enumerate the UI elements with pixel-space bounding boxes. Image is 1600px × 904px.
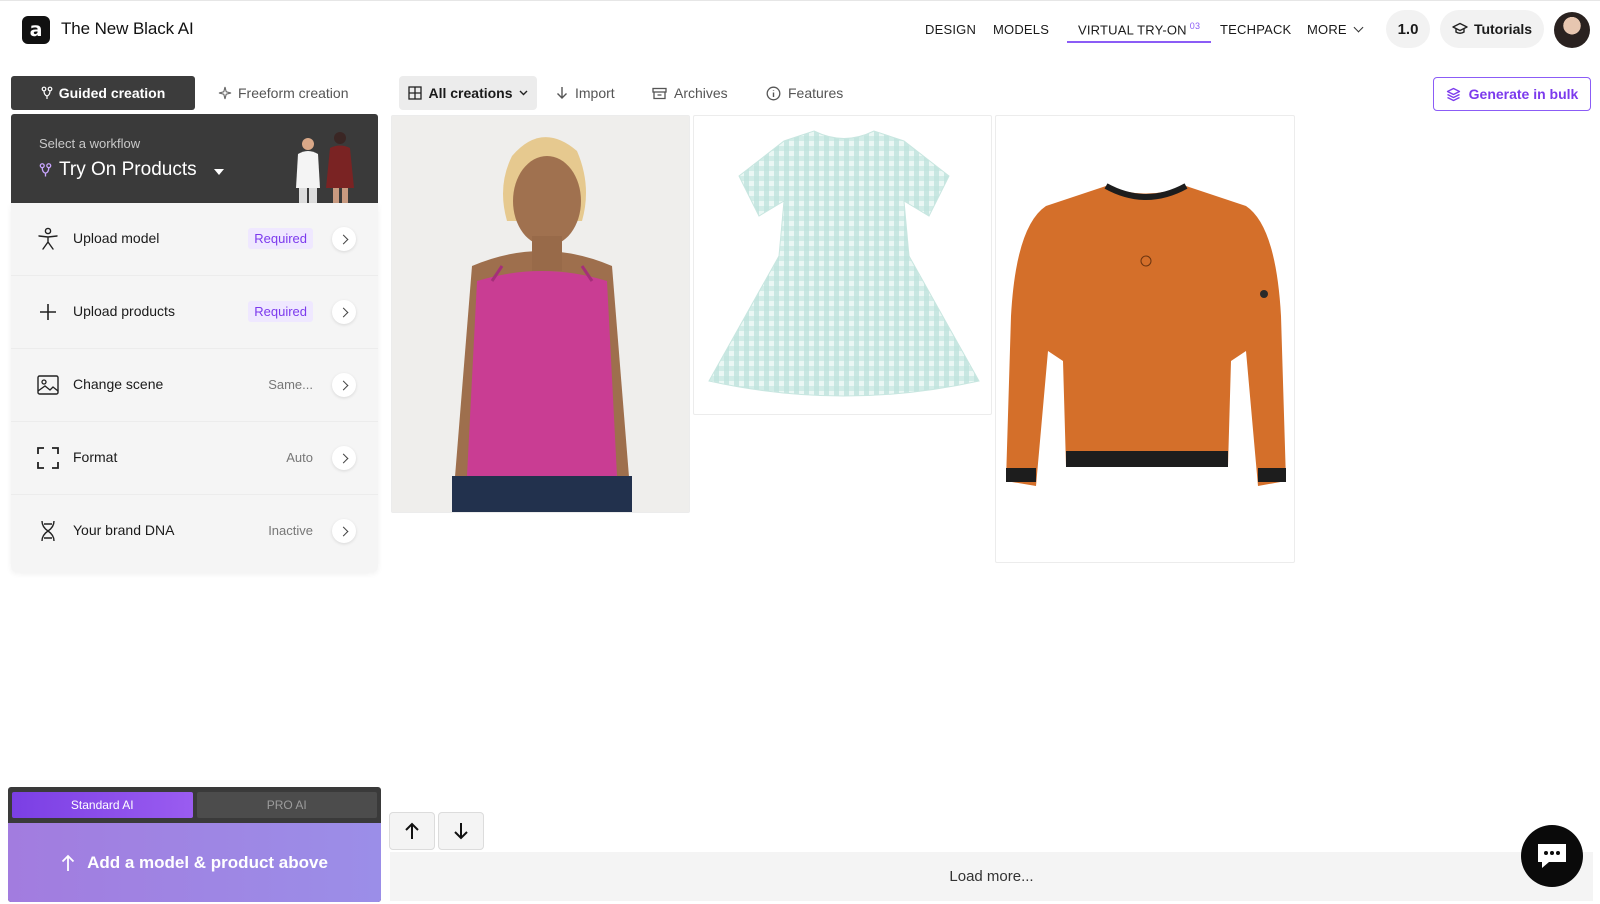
option-change-scene[interactable]: Change scene Same... bbox=[11, 349, 378, 422]
layers-icon bbox=[1446, 87, 1460, 101]
guided-creation-label: Guided creation bbox=[58, 85, 166, 101]
nav-virtual-try-on-badge: 03 bbox=[1189, 21, 1201, 31]
plus-icon bbox=[36, 300, 60, 324]
chevron-down-icon bbox=[1353, 22, 1364, 33]
option-brand-dna[interactable]: Your brand DNA Inactive bbox=[11, 495, 378, 568]
freeform-creation-button[interactable]: Freeform creation bbox=[218, 76, 348, 110]
option-value: Auto bbox=[286, 450, 313, 465]
chevron-right-icon[interactable] bbox=[332, 519, 356, 543]
grid-icon bbox=[408, 86, 423, 100]
tutorials-button[interactable]: Tutorials bbox=[1440, 10, 1544, 48]
caret-down-icon bbox=[213, 168, 224, 175]
required-badge: Required bbox=[248, 228, 313, 249]
version-button[interactable]: 1.0 bbox=[1386, 10, 1430, 48]
nav-techpack[interactable]: TECHPACK bbox=[1220, 22, 1291, 37]
nav-virtual-try-on-label: VIRTUAL TRY-ON bbox=[1078, 22, 1187, 38]
generate-panel: Standard AI PRO AI Add a model & product… bbox=[8, 787, 381, 902]
chevron-right-icon[interactable] bbox=[332, 227, 356, 251]
crop-frame-icon bbox=[36, 446, 60, 470]
option-upload-products[interactable]: Upload products Required bbox=[11, 276, 378, 349]
archives-label: Archives bbox=[674, 85, 728, 101]
creation-card-sweater[interactable] bbox=[995, 115, 1295, 563]
option-upload-model[interactable]: Upload model Required bbox=[11, 203, 378, 276]
option-label: Upload model bbox=[73, 230, 160, 246]
app-logo-icon[interactable]: a bbox=[22, 16, 50, 44]
generate-in-bulk-button[interactable]: Generate in bulk bbox=[1433, 77, 1591, 111]
arrow-down-icon bbox=[557, 87, 567, 99]
info-icon bbox=[766, 86, 781, 100]
workflow-branch-icon bbox=[41, 86, 53, 99]
option-format[interactable]: Format Auto bbox=[11, 422, 378, 495]
option-label: Your brand DNA bbox=[73, 522, 175, 538]
option-value: Inactive bbox=[268, 523, 313, 538]
all-creations-label: All creations bbox=[428, 85, 513, 101]
app-title[interactable]: The New Black AI bbox=[61, 19, 194, 39]
chat-button[interactable] bbox=[1521, 825, 1583, 887]
tutorials-label: Tutorials bbox=[1473, 21, 1533, 37]
graduation-cap-icon bbox=[1452, 22, 1468, 34]
generate-in-bulk-label: Generate in bulk bbox=[1468, 86, 1579, 102]
orange-sweater-image bbox=[1006, 183, 1286, 486]
model-tank-top-image bbox=[392, 116, 689, 512]
scroll-up-button[interactable] bbox=[389, 812, 435, 850]
import-button[interactable]: Import bbox=[556, 76, 615, 110]
features-label: Features bbox=[788, 85, 844, 101]
workflow-thumbnail bbox=[296, 132, 354, 203]
ai-mode-tabs: Standard AI PRO AI bbox=[12, 792, 377, 818]
features-button[interactable]: Features bbox=[766, 76, 843, 110]
freeform-creation-label: Freeform creation bbox=[238, 85, 349, 101]
workflow-value-label: Try On Products bbox=[59, 159, 197, 180]
chat-bubble-icon bbox=[1538, 844, 1566, 868]
top-bar: a The New Black AI DESIGN MODELS VIRTUAL… bbox=[0, 0, 1600, 58]
nav-more-label: MORE bbox=[1307, 22, 1347, 37]
load-more-button[interactable]: Load more... bbox=[390, 852, 1593, 901]
workflow-selector[interactable]: Select a workflow Try On Products bbox=[11, 114, 378, 203]
person-icon bbox=[36, 227, 60, 251]
avatar[interactable] bbox=[1554, 12, 1590, 48]
workflow-label: Select a workflow bbox=[39, 136, 141, 151]
generate-button[interactable]: Add a model & product above bbox=[8, 823, 381, 902]
nav-design[interactable]: DESIGN bbox=[925, 22, 976, 37]
required-badge: Required bbox=[248, 301, 313, 322]
workflow-value[interactable]: Try On Products bbox=[39, 159, 224, 181]
archives-button[interactable]: Archives bbox=[652, 76, 728, 110]
nav-more[interactable]: MORE bbox=[1307, 22, 1364, 37]
option-label: Format bbox=[73, 449, 118, 465]
creation-card-model[interactable] bbox=[391, 115, 690, 513]
all-creations-dropdown[interactable]: All creations bbox=[399, 76, 537, 110]
dna-icon bbox=[36, 519, 60, 543]
generate-label: Add a model & product above bbox=[87, 852, 328, 872]
sparkle-icon bbox=[218, 86, 232, 100]
arrow-up-icon bbox=[405, 822, 419, 839]
chevron-right-icon[interactable] bbox=[332, 446, 356, 470]
chevron-right-icon[interactable] bbox=[332, 373, 356, 397]
chevron-down-icon bbox=[519, 90, 528, 96]
scroll-down-button[interactable] bbox=[438, 812, 484, 850]
option-label: Change scene bbox=[73, 376, 164, 392]
nav-models[interactable]: MODELS bbox=[993, 22, 1049, 37]
chevron-right-icon[interactable] bbox=[332, 300, 356, 324]
arrow-up-icon bbox=[61, 854, 75, 871]
option-value: Same... bbox=[268, 377, 313, 392]
archive-box-icon bbox=[652, 87, 667, 99]
workflow-options: Upload model Required Upload products Re… bbox=[11, 203, 378, 572]
gingham-dress-image bbox=[708, 130, 980, 397]
import-label: Import bbox=[575, 85, 615, 101]
workflow-branch-icon bbox=[39, 163, 52, 177]
option-label: Upload products bbox=[73, 303, 175, 319]
guided-creation-button[interactable]: Guided creation bbox=[11, 76, 195, 110]
image-icon bbox=[36, 373, 60, 397]
tab-standard-ai[interactable]: Standard AI bbox=[12, 792, 193, 818]
creation-card-dress[interactable] bbox=[693, 115, 992, 415]
arrow-down-icon bbox=[454, 823, 468, 840]
nav-virtual-try-on[interactable]: VIRTUAL TRY-ON 03 bbox=[1067, 21, 1212, 44]
tab-pro-ai[interactable]: PRO AI bbox=[196, 792, 377, 818]
